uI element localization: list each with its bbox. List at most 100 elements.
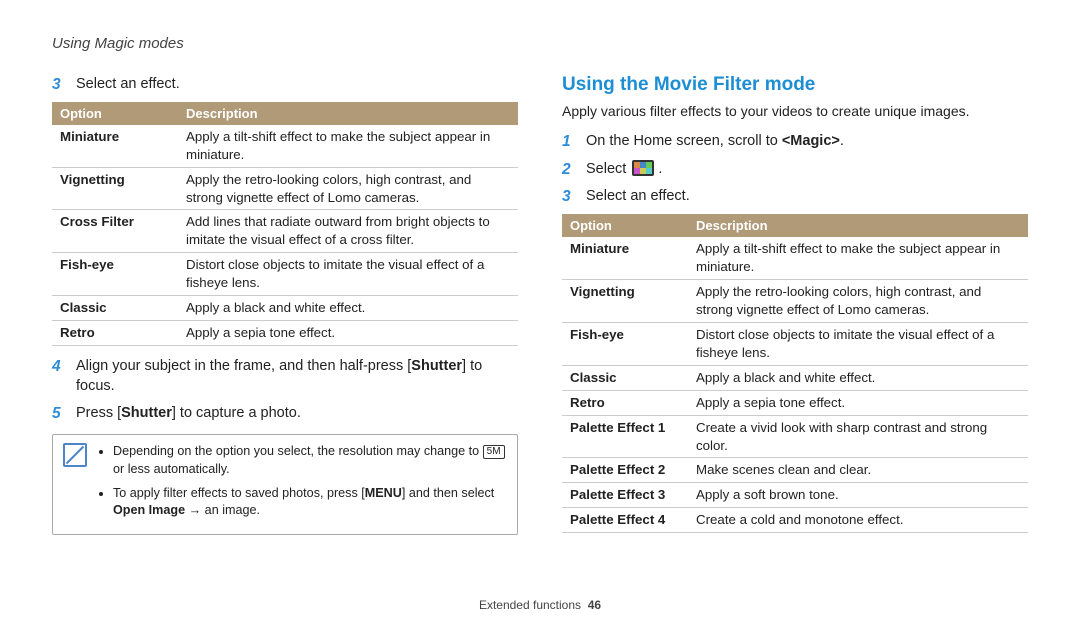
- step-number: 3: [562, 186, 576, 208]
- note-text: ] and then select: [402, 486, 494, 500]
- table-row: MiniatureApply a tilt-shift effect to ma…: [562, 237, 1028, 279]
- movie-filter-icon: [632, 160, 654, 176]
- step-2: 2 Select .: [562, 159, 1028, 181]
- step-3: 3 Select an effect.: [562, 186, 1028, 208]
- option-desc: Apply a black and white effect.: [178, 296, 518, 321]
- step-number: 3: [52, 74, 66, 96]
- note-item: Depending on the option you select, the …: [113, 443, 507, 478]
- table-row: Palette Effect 2Make scenes clean and cl…: [562, 458, 1028, 483]
- table-row: Cross FilterAdd lines that radiate outwa…: [52, 210, 518, 253]
- option-desc: Apply a black and white effect.: [688, 365, 1028, 390]
- option-desc: Apply a sepia tone effect.: [178, 321, 518, 346]
- note-bold: Open Image: [113, 503, 185, 517]
- page-footer: Extended functions 46: [0, 598, 1080, 612]
- option-name: Palette Effect 2: [562, 458, 688, 483]
- option-desc: Apply the retro-looking colors, high con…: [688, 279, 1028, 322]
- step-text: Select an effect.: [76, 74, 518, 96]
- note-text: Depending on the option you select, the …: [113, 444, 483, 458]
- step-5: 5 Press [Shutter] to capture a photo.: [52, 403, 518, 425]
- option-desc: Add lines that radiate outward from brig…: [178, 210, 518, 253]
- section-title: Using the Movie Filter mode: [562, 74, 1028, 96]
- step-text: Select .: [586, 159, 1028, 181]
- left-column: 3 Select an effect. Option Description M…: [52, 74, 518, 543]
- note-text: → an image.: [185, 503, 260, 517]
- effects-table-right: Option Description MiniatureApply a tilt…: [562, 214, 1028, 533]
- footer-label: Extended functions: [479, 598, 581, 612]
- table-row: Fish-eyeDistort close objects to imitate…: [52, 253, 518, 296]
- table-row: ClassicApply a black and white effect.: [562, 365, 1028, 390]
- option-name: Miniature: [562, 237, 688, 279]
- text-bold: Shutter: [411, 358, 462, 374]
- step-number: 1: [562, 131, 576, 153]
- text-bold: <Magic>: [782, 133, 840, 149]
- step-text: On the Home screen, scroll to <Magic>.: [586, 131, 1028, 153]
- table-row: Palette Effect 3Apply a soft brown tone.: [562, 483, 1028, 508]
- table-row: MiniatureApply a tilt-shift effect to ma…: [52, 125, 518, 167]
- step-number: 4: [52, 356, 66, 397]
- option-desc: Create a cold and monotone effect.: [688, 508, 1028, 533]
- table-row: VignettingApply the retro-looking colors…: [52, 167, 518, 210]
- option-name: Miniature: [52, 125, 178, 167]
- text-pre: On the Home screen, scroll to: [586, 133, 782, 149]
- text-post: .: [658, 161, 662, 177]
- table-row: Palette Effect 4Create a cold and monoto…: [562, 508, 1028, 533]
- option-name: Palette Effect 4: [562, 508, 688, 533]
- table-row: RetroApply a sepia tone effect.: [52, 321, 518, 346]
- note-list: Depending on the option you select, the …: [97, 443, 507, 526]
- page-header: Using Magic modes: [52, 35, 1028, 52]
- section-intro: Apply various filter effects to your vid…: [562, 103, 1028, 119]
- option-name: Fish-eye: [562, 322, 688, 365]
- option-desc: Apply a soft brown tone.: [688, 483, 1028, 508]
- option-desc: Make scenes clean and clear.: [688, 458, 1028, 483]
- option-name: Retro: [52, 321, 178, 346]
- content-columns: 3 Select an effect. Option Description M…: [52, 74, 1028, 543]
- resolution-chip: 5M: [483, 445, 505, 459]
- option-desc: Distort close objects to imitate the vis…: [178, 253, 518, 296]
- note-text: or less automatically.: [113, 462, 230, 476]
- text: Select: [586, 161, 630, 177]
- text-pre: Align your subject in the frame, and the…: [76, 358, 411, 374]
- note-box: Depending on the option you select, the …: [52, 434, 518, 535]
- option-name: Palette Effect 3: [562, 483, 688, 508]
- step-number: 2: [562, 159, 576, 181]
- step-1: 1 On the Home screen, scroll to <Magic>.: [562, 131, 1028, 153]
- option-name: Vignetting: [562, 279, 688, 322]
- note-item: To apply filter effects to saved photos,…: [113, 485, 507, 520]
- option-desc: Distort close objects to imitate the vis…: [688, 322, 1028, 365]
- option-name: Palette Effect 1: [562, 415, 688, 458]
- col-description: Description: [688, 214, 1028, 237]
- text-post: ] to capture a photo.: [172, 405, 301, 421]
- text-bold: Shutter: [121, 405, 172, 421]
- option-desc: Create a vivid look with sharp contrast …: [688, 415, 1028, 458]
- option-desc: Apply a tilt-shift effect to make the su…: [178, 125, 518, 167]
- step-text: Press [Shutter] to capture a photo.: [76, 403, 518, 425]
- footer-page: 46: [588, 598, 601, 612]
- option-name: Classic: [562, 365, 688, 390]
- text-post: .: [840, 133, 844, 149]
- step-text: Select an effect.: [586, 186, 1028, 208]
- table-row: Fish-eyeDistort close objects to imitate…: [562, 322, 1028, 365]
- menu-chip: MENU: [365, 486, 402, 500]
- option-desc: Apply a sepia tone effect.: [688, 390, 1028, 415]
- option-name: Fish-eye: [52, 253, 178, 296]
- table-row: Palette Effect 1Create a vivid look with…: [562, 415, 1028, 458]
- col-option: Option: [562, 214, 688, 237]
- effects-table-left: Option Description MiniatureApply a tilt…: [52, 102, 518, 346]
- step-number: 5: [52, 403, 66, 425]
- option-desc: Apply a tilt-shift effect to make the su…: [688, 237, 1028, 279]
- page: Using Magic modes 3 Select an effect. Op…: [0, 0, 1080, 630]
- right-column: Using the Movie Filter mode Apply variou…: [562, 74, 1028, 543]
- col-description: Description: [178, 102, 518, 125]
- table-row: RetroApply a sepia tone effect.: [562, 390, 1028, 415]
- option-name: Retro: [562, 390, 688, 415]
- option-name: Vignetting: [52, 167, 178, 210]
- note-icon: [63, 443, 87, 467]
- col-option: Option: [52, 102, 178, 125]
- text-pre: Press [: [76, 405, 121, 421]
- option-name: Classic: [52, 296, 178, 321]
- step-text: Align your subject in the frame, and the…: [76, 356, 518, 397]
- table-row: VignettingApply the retro-looking colors…: [562, 279, 1028, 322]
- note-text: To apply filter effects to saved photos,…: [113, 486, 365, 500]
- option-desc: Apply the retro-looking colors, high con…: [178, 167, 518, 210]
- option-name: Cross Filter: [52, 210, 178, 253]
